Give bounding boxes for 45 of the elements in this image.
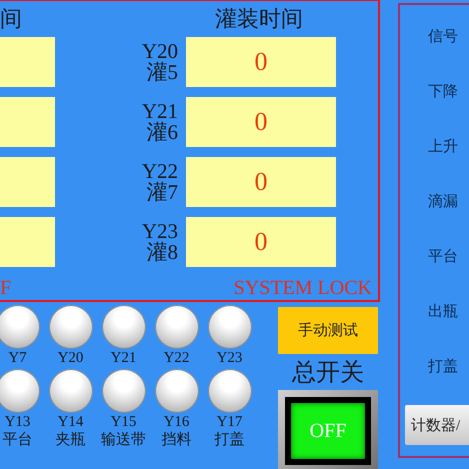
- output-label: Y20: [140, 41, 178, 62]
- delay-label: 打盖: [428, 359, 458, 375]
- column-title: 灌装时间: [215, 5, 303, 33]
- status-text: F: [0, 277, 12, 300]
- fill-time-field[interactable]: 0: [186, 37, 336, 87]
- fill-label: 灌8: [146, 242, 178, 263]
- lamp-label: Y16: [164, 413, 190, 431]
- delay-label: 出瓶: [428, 304, 458, 320]
- lamp-label: 输送带: [101, 431, 146, 449]
- lamp-label: 平台: [2, 431, 32, 449]
- manual-test-button[interactable]: 手动测试: [278, 307, 378, 354]
- lamp-label: Y23: [216, 349, 242, 367]
- delay-label: 上升: [428, 139, 458, 155]
- time-field[interactable]: [0, 37, 55, 87]
- lamp-label: 打盖: [214, 431, 244, 449]
- lamp-label: Y7: [8, 349, 27, 367]
- lamp-label: Y22: [164, 349, 190, 367]
- lamp-label: Y21: [110, 349, 136, 367]
- lamp-label: Y14: [58, 413, 84, 431]
- fill-label: 灌7: [146, 182, 178, 203]
- fill-label: 灌5: [146, 62, 178, 83]
- fill-label: 灌6: [146, 122, 178, 143]
- delay-label: 下降: [428, 84, 458, 100]
- delay-label: 平台: [428, 249, 458, 265]
- output-label: Y21: [140, 101, 178, 122]
- status-text: SYSTEM LOCK: [234, 277, 372, 300]
- lamp-label: Y20: [58, 349, 84, 367]
- column-title: 间: [0, 5, 22, 33]
- fill-time-field[interactable]: 0: [186, 217, 336, 267]
- fill-time-field[interactable]: 0: [186, 97, 336, 147]
- counter-button[interactable]: 计数器/: [405, 405, 469, 445]
- time-field[interactable]: [0, 97, 55, 147]
- time-field[interactable]: [0, 217, 55, 267]
- switch-title: 总开关: [292, 359, 364, 388]
- output-label: Y23: [140, 221, 178, 242]
- output-label: Y22: [140, 161, 178, 182]
- time-field[interactable]: [0, 157, 55, 207]
- delay-label: 滴漏: [428, 194, 458, 210]
- lamp-label: 挡料: [162, 431, 192, 449]
- lamp-label: Y15: [110, 413, 136, 431]
- lamp-label: Y17: [216, 413, 242, 431]
- lamp-label: 夹瓶: [56, 431, 86, 449]
- delay-label: 信号: [428, 29, 458, 45]
- lamp-label: Y13: [4, 413, 30, 431]
- fill-time-field[interactable]: 0: [186, 157, 336, 207]
